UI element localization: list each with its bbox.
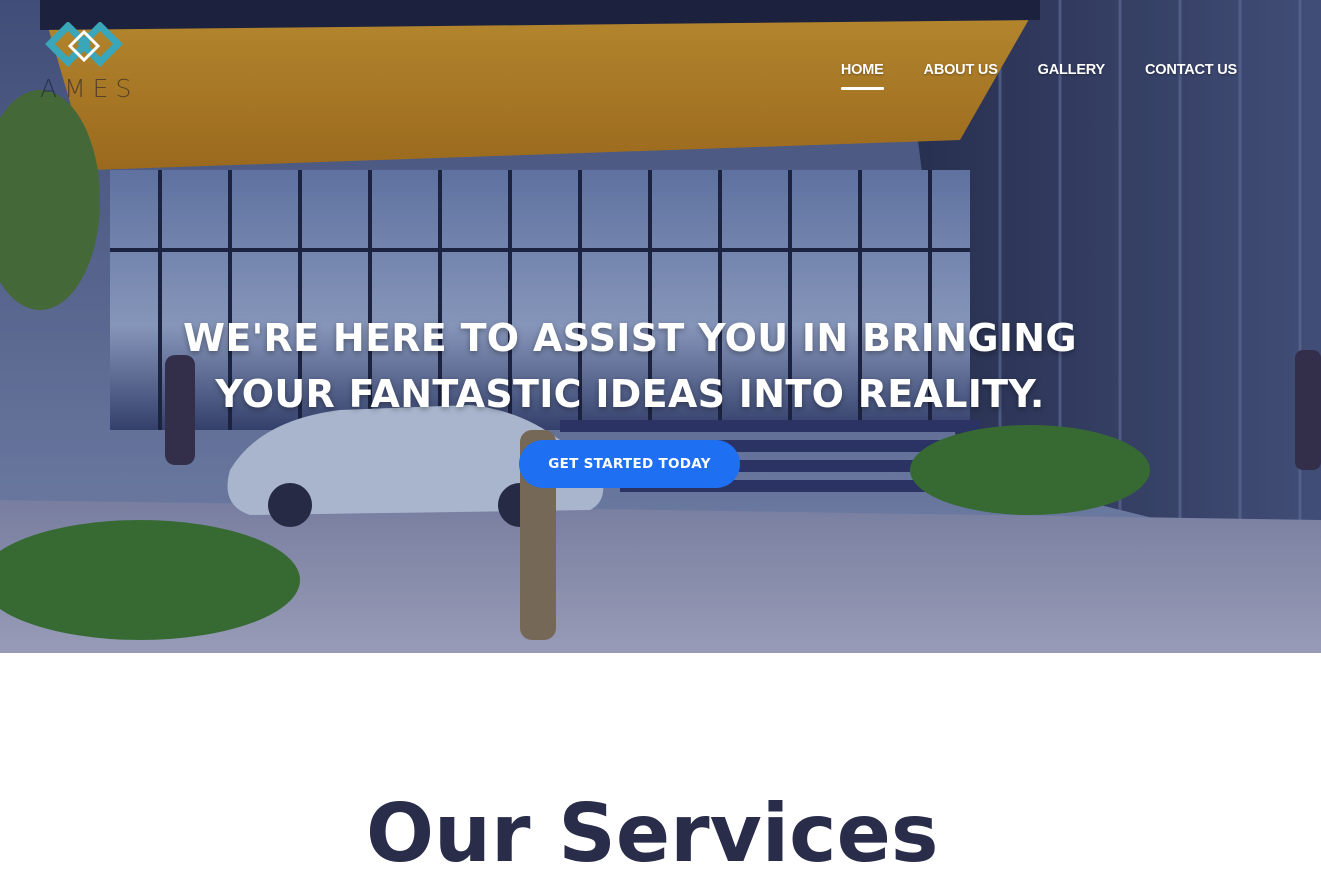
hero-headline-line-1: WE'RE HERE TO ASSIST YOU IN BRINGING (183, 316, 1077, 360)
hero-headline-line-2: YOUR FANTASTIC IDEAS INTO REALITY. (215, 372, 1045, 416)
nav-gallery[interactable]: GALLERY (1038, 62, 1106, 90)
logo-wordmark: AMES (40, 74, 139, 103)
main-nav: HOME ABOUT US GALLERY CONTACT US (840, 62, 1237, 90)
nav-contact-us[interactable]: CONTACT US (1145, 62, 1237, 90)
hero-headline: WE'RE HERE TO ASSIST YOU IN BRINGING YOU… (0, 310, 1260, 422)
nav-about-us[interactable]: ABOUT US (924, 62, 998, 90)
services-heading: Our Services (366, 787, 939, 880)
hero-section: AMES HOME ABOUT US GALLERY CONTACT US WE… (0, 0, 1321, 653)
get-started-button[interactable]: GET STARTED TODAY (519, 440, 740, 488)
nav-home[interactable]: HOME (840, 62, 884, 90)
logo-mark-icon (45, 21, 123, 67)
